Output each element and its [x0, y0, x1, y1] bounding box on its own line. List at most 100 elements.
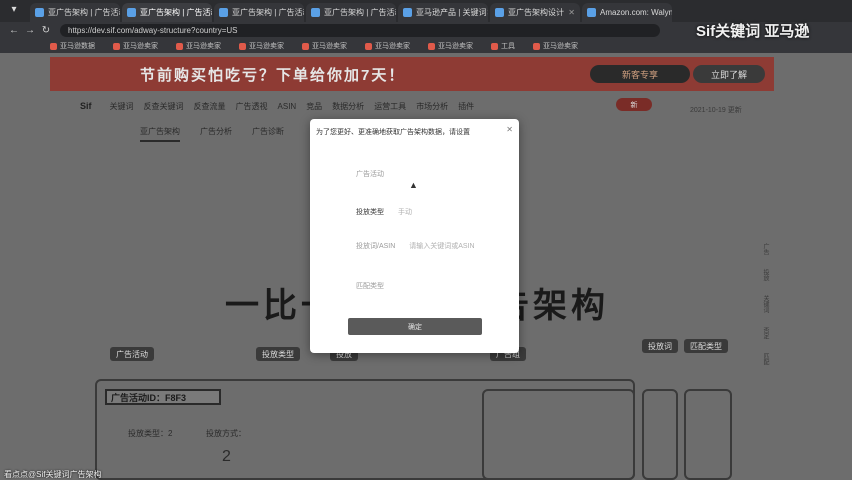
bookmark-icon	[428, 42, 435, 50]
side-link[interactable]: 关键词	[758, 295, 770, 313]
nav-item[interactable]: 关键词	[110, 101, 134, 112]
favicon-icon	[311, 8, 320, 17]
browser-tab[interactable]: 亚广告架构 | 广告活动✕	[30, 3, 120, 22]
reload-icon[interactable]: ↻	[38, 25, 54, 36]
close-tab-icon[interactable]: ✕	[487, 8, 488, 17]
diagram-label: 广告活动	[110, 347, 154, 361]
favicon-icon	[403, 8, 412, 17]
modal-row-match-type[interactable]: 匹配类型	[356, 281, 396, 291]
nav-item[interactable]: 数据分析	[332, 101, 364, 112]
bookmark[interactable]: 亚马逊卖家	[176, 41, 221, 51]
tab-label: 亚广告架构 | 广告活动	[232, 8, 304, 17]
bookmark-label: 亚马逊卖家	[543, 43, 578, 50]
nav-item[interactable]: 市场分析	[416, 101, 448, 112]
subtab-active[interactable]: 亚广告架构	[140, 126, 180, 142]
footer-credit: 看点点@Sif关键词广告架构	[4, 470, 102, 479]
modal-row-campaign[interactable]: 广告活动	[356, 169, 396, 179]
bookmark[interactable]: 亚马逊卖家	[533, 41, 578, 51]
browser-tab[interactable]: Amazon.com: Walyn✕	[582, 3, 672, 22]
browser-tab[interactable]: 亚广告架构 | 广告活动✕	[214, 3, 304, 22]
diagram-label: 匹配类型	[684, 339, 728, 353]
settings-modal: 为了您更好、更准确地获取广告架构数据，请设置 ✕ 广告活动 投放类型 手动 投放…	[310, 119, 519, 353]
nav-item[interactable]: 运营工具	[374, 101, 406, 112]
bookmark-label: 亚马逊卖家	[312, 43, 347, 50]
modal-row-keyword[interactable]: 投放词/ASIN 请输入关键词或ASIN	[356, 241, 475, 251]
bookmark[interactable]: 亚马逊卖家	[113, 41, 158, 51]
banner-text: 节前购买怕吃亏？下单给你加7天！	[140, 66, 406, 84]
browser-tab[interactable]: 亚广告架构 | 广告活动✕	[306, 3, 396, 22]
bookmark[interactable]: 亚马逊卖家	[365, 41, 410, 51]
bookmark-label: 工具	[501, 43, 515, 50]
side-link[interactable]: 匹配	[758, 353, 770, 365]
promo-banner[interactable]: 节前购买怕吃亏？下单给你加7天！ 新客专享 立即了解	[50, 57, 774, 91]
diagram-text: 投放方式：	[206, 429, 246, 438]
side-link[interactable]: 投放	[758, 269, 770, 281]
tab-label: 亚广告架构 | 广告活动	[140, 8, 212, 17]
bookmark-label: 亚马逊卖家	[249, 43, 284, 50]
tab-label: 亚广告架构 | 广告活动	[48, 8, 120, 17]
diagram-match-box	[684, 389, 732, 480]
bookmark-label: 亚马逊数据	[60, 43, 95, 50]
close-tab-icon[interactable]: ✕	[568, 8, 575, 17]
side-link[interactable]: 否定	[758, 327, 770, 339]
mouse-cursor-icon: ▲	[409, 180, 418, 190]
bookmark-icon	[365, 42, 372, 50]
side-links: 广告 投放 关键词 否定 匹配	[758, 243, 770, 365]
bookmark-icon	[239, 42, 246, 50]
diagram-label: 投放词	[642, 339, 678, 353]
nav-item[interactable]: ASIN	[278, 102, 297, 111]
close-icon[interactable]: ✕	[506, 125, 513, 134]
bookmark[interactable]: 亚马逊卖家	[302, 41, 347, 51]
diagram-ad-group-box	[482, 389, 635, 480]
row-label: 匹配类型	[356, 283, 384, 290]
row-label: 投放词/ASIN	[356, 243, 396, 250]
confirm-button[interactable]: 确定	[348, 318, 482, 335]
nav-item[interactable]: 竞品	[306, 101, 322, 112]
diagram-label: 投放类型	[256, 347, 300, 361]
tab-label: 亚马逊产品 | 关键词	[416, 8, 487, 17]
address-bar[interactable]: https://dev.sif.com/adway-structure?coun…	[60, 24, 660, 37]
bookmark-label: 亚马逊卖家	[375, 43, 410, 50]
bookmark[interactable]: 亚马逊卖家	[239, 41, 284, 51]
tab-label: Amazon.com: Walyn	[600, 8, 672, 17]
sub-tabs: 亚广告架构 广告分析 广告诊断	[140, 126, 284, 142]
browser-tab[interactable]: 亚马逊产品 | 关键词✕	[398, 3, 488, 22]
back-icon[interactable]: ←	[6, 25, 22, 36]
browser-tab-active[interactable]: 亚广告架构 | 广告活动✕	[122, 3, 212, 22]
bookmark-icon	[113, 42, 120, 50]
browser-tab-strip: ▾ 亚广告架构 | 广告活动✕ 亚广告架构 | 广告活动✕ 亚广告架构 | 广告…	[0, 0, 852, 22]
favicon-icon	[495, 8, 504, 17]
nav-hot-badge[interactable]: 新	[616, 98, 652, 111]
diagram-text: 投放类型：2	[128, 429, 173, 438]
favicon-icon	[219, 8, 228, 17]
campaign-id: 广告活动ID：F8F3	[105, 389, 221, 405]
banner-button[interactable]: 立即了解	[693, 65, 765, 83]
tab-label: 亚广告架构设计	[508, 8, 564, 17]
site-logo[interactable]: Sif	[80, 101, 92, 111]
forward-icon[interactable]: →	[22, 25, 38, 36]
site-nav: Sif 关键词 反查关键词 反查流量 广告透视 ASIN 竞品 数据分析 运营工…	[80, 99, 680, 113]
bookmark[interactable]: 亚马逊数据	[50, 41, 95, 51]
bookmark[interactable]: 亚马逊卖家	[428, 41, 473, 51]
tab-search-icon[interactable]: ▾	[6, 4, 22, 18]
banner-pill: 新客专享	[590, 65, 690, 83]
row-label: 广告活动	[356, 171, 384, 178]
row-label: 投放类型	[356, 209, 384, 216]
nav-item[interactable]: 插件	[458, 101, 474, 112]
modal-row-target-type[interactable]: 投放类型 手动	[356, 207, 412, 217]
diagram-target-box	[642, 389, 678, 480]
nav-item[interactable]: 广告透视	[236, 101, 268, 112]
bookmarks-bar: 亚马逊数据 亚马逊卖家 亚马逊卖家 亚马逊卖家 亚马逊卖家 亚马逊卖家 亚马逊卖…	[0, 39, 852, 53]
bookmark[interactable]: 工具	[491, 41, 515, 51]
nav-item[interactable]: 反查流量	[194, 101, 226, 112]
nav-item[interactable]: 反查关键词	[144, 101, 184, 112]
address-text: https://dev.sif.com/adway-structure?coun…	[68, 26, 238, 35]
bookmark-icon	[176, 42, 183, 50]
subtab[interactable]: 广告分析	[200, 126, 232, 142]
browser-tab[interactable]: 亚广告架构设计 ✕	[490, 3, 580, 22]
subtab[interactable]: 广告诊断	[252, 126, 284, 142]
bookmark-label: 亚马逊卖家	[438, 43, 473, 50]
side-link[interactable]: 广告	[758, 243, 770, 255]
favicon-icon	[35, 8, 44, 17]
bookmark-icon	[533, 42, 540, 50]
